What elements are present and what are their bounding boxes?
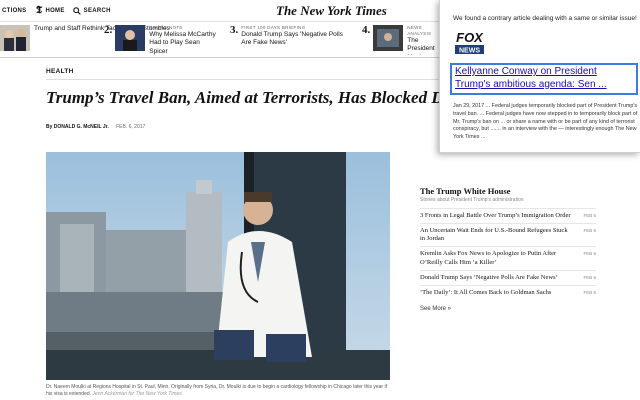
- home-link[interactable]: 𝕿 HOME: [36, 5, 65, 16]
- search-button[interactable]: SEARCH: [72, 6, 111, 15]
- section-label[interactable]: HEALTH: [46, 68, 74, 75]
- list-item[interactable]: ‘The Daily’: It All Comes Back to Goldma…: [420, 284, 596, 300]
- list-item-text: 3 Fronts in Legal Battle Over Trump’s Im…: [420, 212, 571, 219]
- list-item[interactable]: An Uncertain Wait Ends for U.S.-Bound Re…: [420, 223, 596, 246]
- list-item-text: Donald Trump Says ‘Negative Polls Are Fa…: [420, 273, 558, 281]
- list-item-date: FEB 6: [583, 274, 596, 280]
- ticker-text: Why Melissa McCarthy Had to Play Sean Sp…: [149, 30, 216, 55]
- list-item-date: FEB 6: [583, 228, 596, 234]
- nyt-t-icon: 𝕿: [36, 5, 43, 16]
- ticker-text: Donald Trump Says 'Negative Polls Are Fa…: [241, 30, 343, 47]
- list-item[interactable]: 3 Fronts in Legal Battle Over Trump’s Im…: [420, 208, 596, 223]
- ticker-number: 3.: [230, 24, 239, 36]
- photo-caption: Dr. Naeem Moulki at Regions Hospital in …: [46, 384, 390, 398]
- list-item-text: An Uncertain Wait Ends for U.S.-Bound Re…: [420, 227, 568, 243]
- search-label: SEARCH: [83, 7, 111, 14]
- list-item-text: Kremlin Asks Fox News to Apologize to Pu…: [420, 250, 557, 266]
- author-link[interactable]: DONALD G. McNEIL Jr.: [54, 124, 109, 130]
- popup-message: We found a contrary article dealing with…: [453, 15, 637, 22]
- ticker-text: The President Much Power: [407, 36, 435, 55]
- sections-menu[interactable]: CTIONS: [0, 8, 28, 14]
- ticker-number: 4.: [362, 24, 371, 36]
- see-more-link[interactable]: See More »: [420, 306, 596, 312]
- ticker-item[interactable]: 4. NEWS ANALYSISThe President Much Power: [362, 24, 443, 55]
- trump-white-house-module: The Trump White House Stories about Pres…: [420, 186, 596, 312]
- list-item[interactable]: Kremlin Asks Fox News to Apologize to Pu…: [420, 246, 596, 269]
- ticker-thumbnail: [0, 25, 30, 51]
- svg-text:FOX: FOX: [456, 30, 484, 45]
- home-label: HOME: [45, 7, 65, 14]
- divider: [46, 79, 440, 80]
- article-photo: [46, 152, 390, 380]
- byline-prefix: By: [46, 124, 53, 130]
- contrary-article-popup: We found a contrary article dealing with…: [439, 0, 640, 153]
- contrary-article-link[interactable]: Kellyanne Conway on President Trump's am…: [450, 63, 638, 95]
- search-icon: [72, 6, 81, 15]
- nyt-logo[interactable]: The New York Times: [276, 3, 387, 19]
- list-item-text: ‘The Daily’: It All Comes Back to Goldma…: [420, 288, 552, 296]
- svg-text:NEWS: NEWS: [459, 48, 480, 55]
- ticker-thumbnail: [115, 25, 146, 51]
- list-item-date: FEB 6: [583, 213, 596, 218]
- ticker-label: NEWS ANALYSIS: [407, 25, 432, 36]
- ticker-thumbnail: [373, 25, 404, 51]
- byline: By DONALD G. McNEIL Jr. FEB. 6, 2017: [46, 124, 145, 130]
- fox-news-logo: FOX NEWS: [453, 27, 486, 57]
- trending-ticker: Trump and Staff Rethink Tactics After St…: [0, 22, 440, 58]
- article-headline: Trump’s Travel Ban, Aimed at Terrorists,…: [46, 88, 440, 107]
- photo-credit: Jenn Ackerman for The New York Times: [92, 390, 182, 397]
- list-item[interactable]: Donald Trump Says ‘Negative Polls Are Fa…: [420, 269, 596, 285]
- ticker-number: 2.: [104, 24, 113, 36]
- module-subtitle: Stories about President Trump's administ…: [420, 197, 524, 203]
- module-title[interactable]: The Trump White House: [420, 186, 596, 196]
- ticker-item[interactable]: 2. TAKING NOTE Why Melissa McCarthy Had t…: [104, 24, 217, 55]
- list-item-date: FEB 6: [583, 289, 596, 295]
- article-date: FEB. 6, 2017: [116, 124, 146, 130]
- ticker-item[interactable]: 3. FIRST 100 DAYS BRIEFING Donald Trump S…: [230, 24, 351, 55]
- article-snippet: Jan 29, 2017 ... Federal judges temporar…: [453, 103, 638, 141]
- list-item-date: FEB 6: [583, 251, 596, 257]
